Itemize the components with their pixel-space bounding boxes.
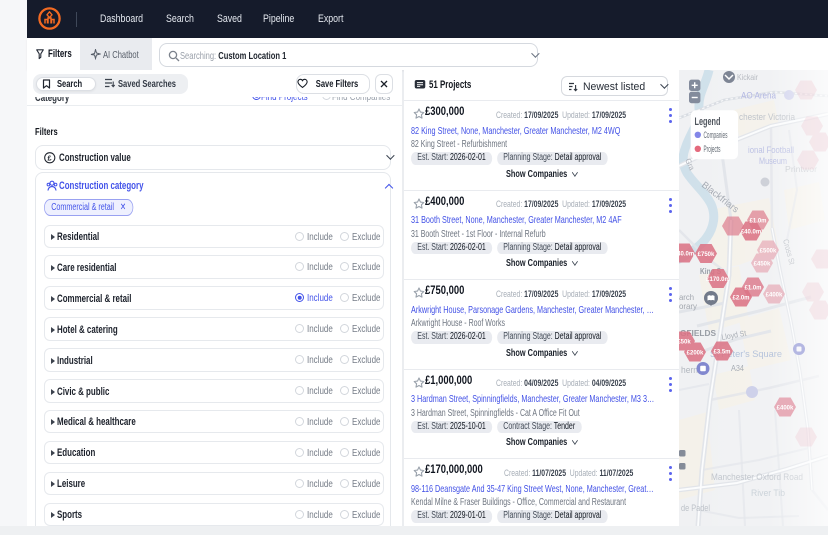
svg-text:£40.0m: £40.0m [679,252,694,258]
svg-text:£50k: £50k [679,340,691,346]
svg-text:£: £ [47,154,51,162]
svg-text:£170.0m: £170.0m [706,277,730,283]
svg-text:£400k: £400k [777,406,794,412]
svg-text:£40.0m: £40.0m [741,230,761,236]
svg-text:£400k: £400k [766,293,783,299]
svg-text:£200k: £200k [687,351,704,357]
svg-text:£3.5m: £3.5m [713,350,730,356]
svg-text:Legend: Legend [695,116,721,128]
svg-text:Projects: Projects [704,144,721,155]
svg-text:£1.0m: £1.0m [744,286,761,292]
svg-text:£2.0m: £2.0m [732,296,749,302]
svg-text:£1.0m: £1.0m [749,219,766,225]
svg-text:Companies: Companies [704,130,728,141]
svg-text:£750k: £750k [698,252,715,258]
svg-text:£450k: £450k [754,262,771,268]
svg-text:£500k: £500k [760,249,777,255]
